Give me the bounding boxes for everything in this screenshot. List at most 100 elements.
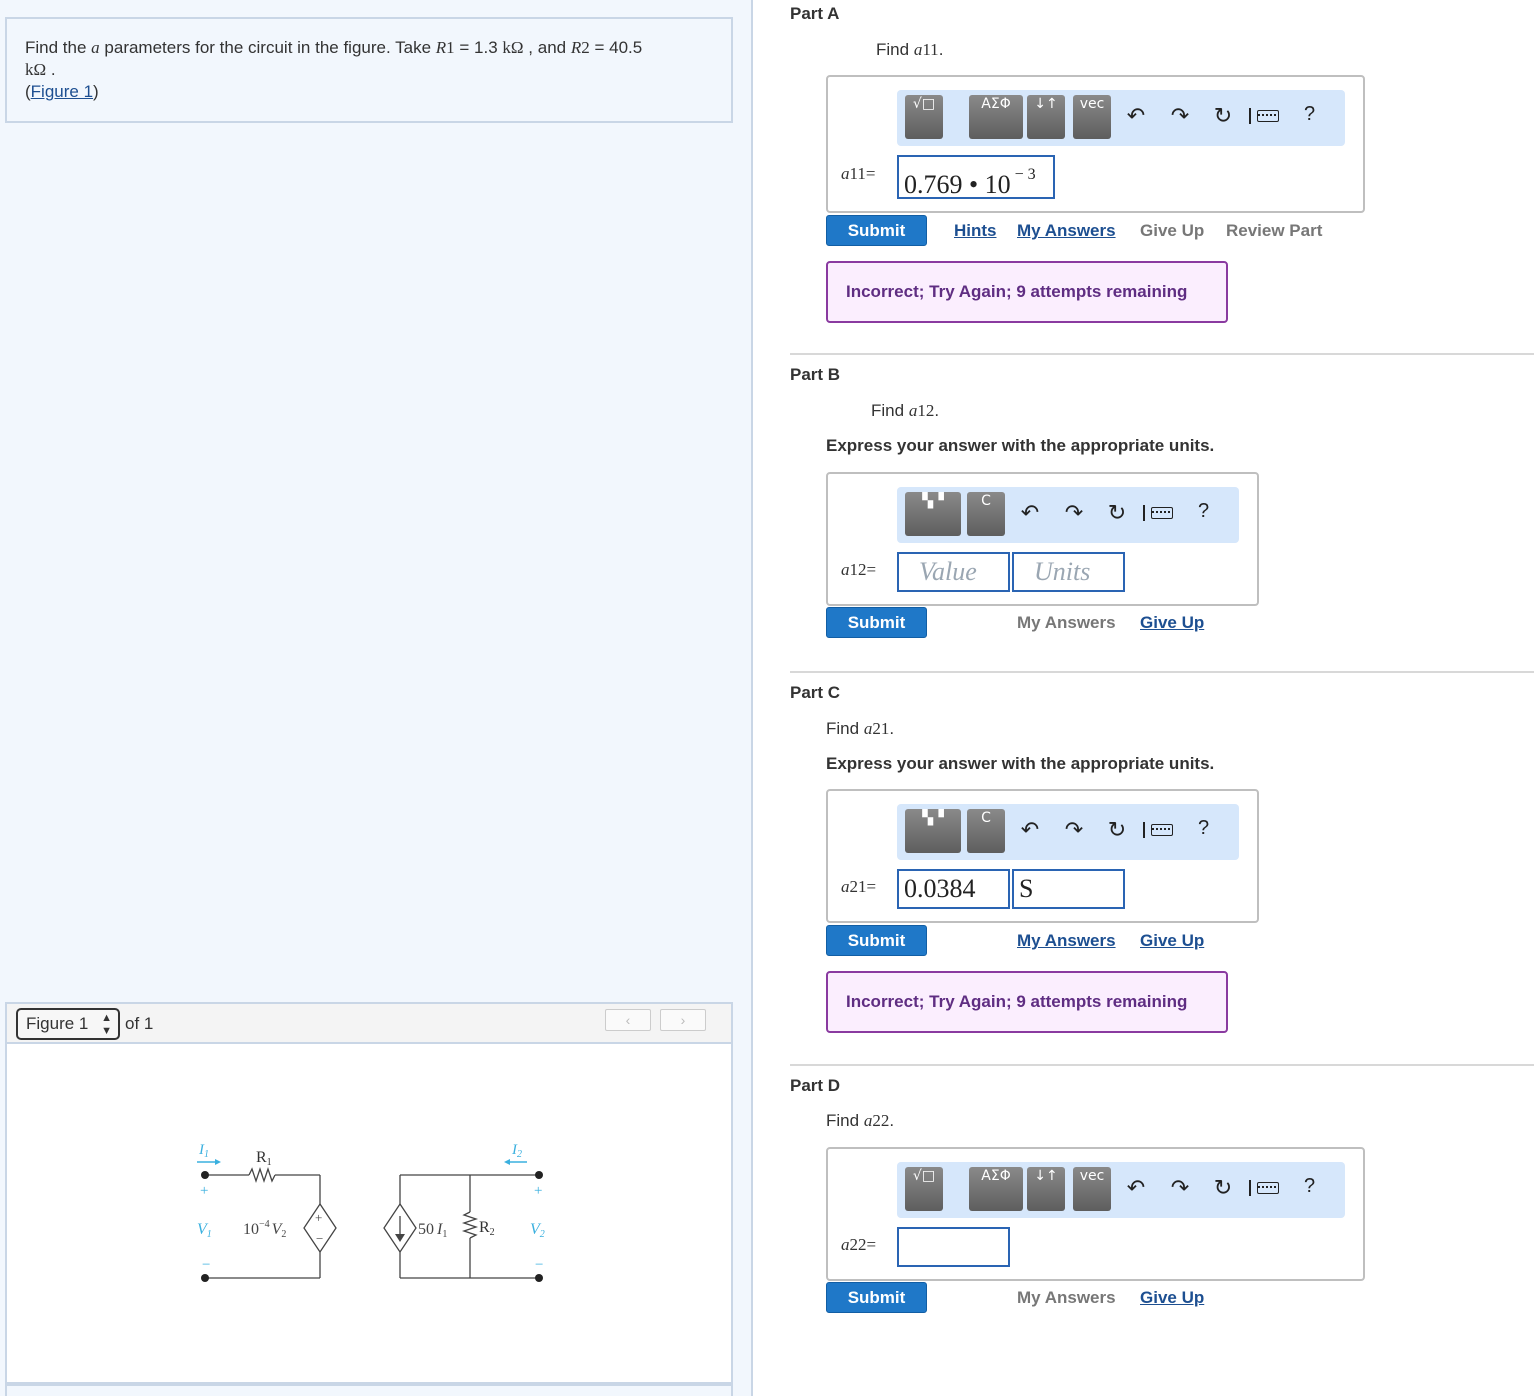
i2-label: I2 bbox=[511, 1142, 522, 1160]
part-b-units-input[interactable]: Units bbox=[1012, 552, 1125, 592]
part-a-my-answers-link[interactable]: My Answers bbox=[1017, 221, 1116, 241]
part-c-submit-button[interactable]: Submit bbox=[826, 925, 927, 956]
part-a-math-toolbar: √□ ΑΣΦ ↓↑ vec ↶ ↷ ↻ ? bbox=[897, 90, 1345, 146]
part-c-answer-box: ▚▝ C ↶ ↷ ↻ ? a21= 0.0384 S bbox=[826, 789, 1259, 923]
part-d-answer-box: √□ ΑΣΦ ↓↑ vec ↶ ↷ ↻ ? a22= bbox=[826, 1147, 1365, 1281]
help-icon[interactable]: ? bbox=[1198, 817, 1209, 840]
figure-toolbar: Figure 1 ▲ ▼ of 1 ‹ › bbox=[5, 1002, 733, 1042]
units-button[interactable]: C bbox=[967, 809, 1005, 853]
problem-text-1: Find the bbox=[25, 38, 87, 57]
parts-pane: Part A Find a11. √□ ΑΣΦ ↓↑ vec ↶ ↷ ↻ ? a… bbox=[755, 0, 1534, 1396]
part-a-submit-button[interactable]: Submit bbox=[826, 215, 927, 246]
vector-button[interactable]: vec bbox=[1073, 1167, 1111, 1211]
undo-icon[interactable]: ↶ bbox=[1017, 818, 1043, 843]
greek-symbols-button[interactable]: ΑΣΦ bbox=[969, 95, 1023, 139]
part-d-label: a22= bbox=[841, 1235, 877, 1254]
divider bbox=[790, 671, 1534, 673]
help-icon[interactable]: ? bbox=[1198, 500, 1209, 523]
v2-plus: + bbox=[534, 1183, 542, 1199]
help-icon[interactable]: ? bbox=[1304, 103, 1315, 126]
part-d-answer-input[interactable] bbox=[897, 1227, 1010, 1267]
arrows-button[interactable]: ↓↑ bbox=[1027, 95, 1065, 139]
reset-icon[interactable]: ↻ bbox=[1104, 818, 1130, 843]
dep-source-minus: − bbox=[316, 1231, 323, 1246]
units-button[interactable]: C bbox=[967, 492, 1005, 536]
undo-icon[interactable]: ↶ bbox=[1123, 104, 1149, 129]
problem-statement: Find the a parameters for the circuit in… bbox=[5, 17, 733, 123]
help-icon[interactable]: ? bbox=[1304, 1175, 1315, 1198]
problem-text-4: . bbox=[50, 60, 56, 79]
figure-area: I1 R1 + V1 − 10−4 V2 + − 50 I1 R2 I2 + V2 … bbox=[5, 1042, 733, 1384]
part-a-feedback: Incorrect; Try Again; 9 attempts remaini… bbox=[826, 261, 1228, 323]
templates-button[interactable]: √□ bbox=[905, 95, 943, 139]
greek-symbols-button[interactable]: ΑΣΦ bbox=[969, 1167, 1023, 1211]
dep-source-plus: + bbox=[315, 1210, 322, 1225]
figure-link[interactable]: Figure 1 bbox=[31, 82, 93, 101]
keyboard-icon[interactable] bbox=[1249, 1180, 1279, 1196]
arrows-button[interactable]: ↓↑ bbox=[1027, 1167, 1065, 1211]
part-b-label: a12= bbox=[841, 560, 877, 579]
redo-icon[interactable]: ↷ bbox=[1061, 818, 1087, 843]
part-b-prompt: Find a12. bbox=[871, 401, 940, 420]
part-b-give-up-link[interactable]: Give Up bbox=[1140, 613, 1204, 633]
part-a-title: Part A bbox=[790, 4, 840, 23]
r2-symbol: R2 bbox=[570, 38, 590, 57]
figure-select[interactable]: Figure 1 ▲ ▼ bbox=[16, 1008, 120, 1040]
i1-label: I1 bbox=[198, 1142, 209, 1160]
part-c-math-toolbar: ▚▝ C ↶ ↷ ↻ ? bbox=[897, 804, 1239, 860]
redo-icon[interactable]: ↷ bbox=[1061, 501, 1087, 526]
part-c-units-input[interactable]: S bbox=[1012, 869, 1125, 909]
vector-button[interactable]: vec bbox=[1073, 95, 1111, 139]
redo-icon[interactable]: ↷ bbox=[1167, 104, 1193, 129]
part-b-submit-button[interactable]: Submit bbox=[826, 607, 927, 638]
circuit-diagram: I1 R1 + V1 − 10−4 V2 + − 50 I1 R2 I2 + V2 … bbox=[197, 1142, 545, 1282]
part-d-my-answers-link[interactable]: My Answers bbox=[1017, 1288, 1116, 1308]
part-a-review-part-link[interactable]: Review Part bbox=[1226, 221, 1322, 241]
part-a-hints-link[interactable]: Hints bbox=[954, 221, 997, 241]
problem-text-3: , and bbox=[528, 38, 567, 57]
divider bbox=[790, 1064, 1534, 1066]
r2-unit: kΩ bbox=[25, 60, 47, 79]
r2-value: = 40.5 bbox=[594, 38, 643, 57]
part-c-feedback: Incorrect; Try Again; 9 attempts remaini… bbox=[826, 971, 1228, 1033]
keyboard-icon[interactable] bbox=[1143, 505, 1173, 521]
part-a-label: a11= bbox=[841, 164, 876, 183]
part-b-my-answers-link[interactable]: My Answers bbox=[1017, 613, 1116, 633]
reset-icon[interactable]: ↻ bbox=[1104, 501, 1130, 526]
v2-label: V2 bbox=[530, 1221, 545, 1240]
r1-label: R1 bbox=[256, 1149, 272, 1168]
part-a-answer-box: √□ ΑΣΦ ↓↑ vec ↶ ↷ ↻ ? a11= 0.769 • 10− 3 bbox=[826, 75, 1365, 213]
part-d-give-up-link[interactable]: Give Up bbox=[1140, 1288, 1204, 1308]
r2-label: R2 bbox=[479, 1219, 495, 1238]
dep-voltage-label: 10−4 V2 bbox=[243, 1219, 286, 1240]
templates-button[interactable]: √□ bbox=[905, 1167, 943, 1211]
undo-icon[interactable]: ↶ bbox=[1123, 1176, 1149, 1201]
reset-icon[interactable]: ↻ bbox=[1210, 1176, 1236, 1201]
next-figure-button[interactable]: › bbox=[660, 1009, 706, 1031]
part-b-math-toolbar: ▚▝ C ↶ ↷ ↻ ? bbox=[897, 487, 1239, 543]
part-a-give-up-link[interactable]: Give Up bbox=[1140, 221, 1204, 241]
part-c-give-up-link[interactable]: Give Up bbox=[1140, 931, 1204, 951]
dep-current-label: 50 I1 bbox=[418, 1221, 447, 1240]
part-b-value-input[interactable]: Value bbox=[897, 552, 1010, 592]
part-b-title: Part B bbox=[790, 365, 841, 384]
part-c-my-answers-link[interactable]: My Answers bbox=[1017, 931, 1116, 951]
part-a-prompt: Find a11. bbox=[876, 40, 944, 59]
part-b-instructions: Express your answer with the appropriate… bbox=[826, 436, 1215, 455]
part-c-value-input[interactable]: 0.0384 bbox=[897, 869, 1010, 909]
undo-icon[interactable]: ↶ bbox=[1017, 501, 1043, 526]
part-d-submit-button[interactable]: Submit bbox=[826, 1282, 927, 1313]
part-c-instructions: Express your answer with the appropriate… bbox=[826, 754, 1215, 773]
part-c-label: a21= bbox=[841, 877, 877, 896]
part-d-title: Part D bbox=[790, 1076, 841, 1095]
templates-button[interactable]: ▚▝ bbox=[905, 809, 961, 853]
reset-icon[interactable]: ↻ bbox=[1210, 104, 1236, 129]
keyboard-icon[interactable] bbox=[1249, 108, 1279, 124]
prev-figure-button[interactable]: ‹ bbox=[605, 1009, 651, 1031]
v1-label: V1 bbox=[197, 1221, 212, 1240]
keyboard-icon[interactable] bbox=[1143, 822, 1173, 838]
templates-button[interactable]: ▚▝ bbox=[905, 492, 961, 536]
part-c-title: Part C bbox=[790, 683, 841, 702]
part-a-answer-input[interactable]: 0.769 • 10− 3 bbox=[897, 155, 1055, 199]
redo-icon[interactable]: ↷ bbox=[1167, 1176, 1193, 1201]
